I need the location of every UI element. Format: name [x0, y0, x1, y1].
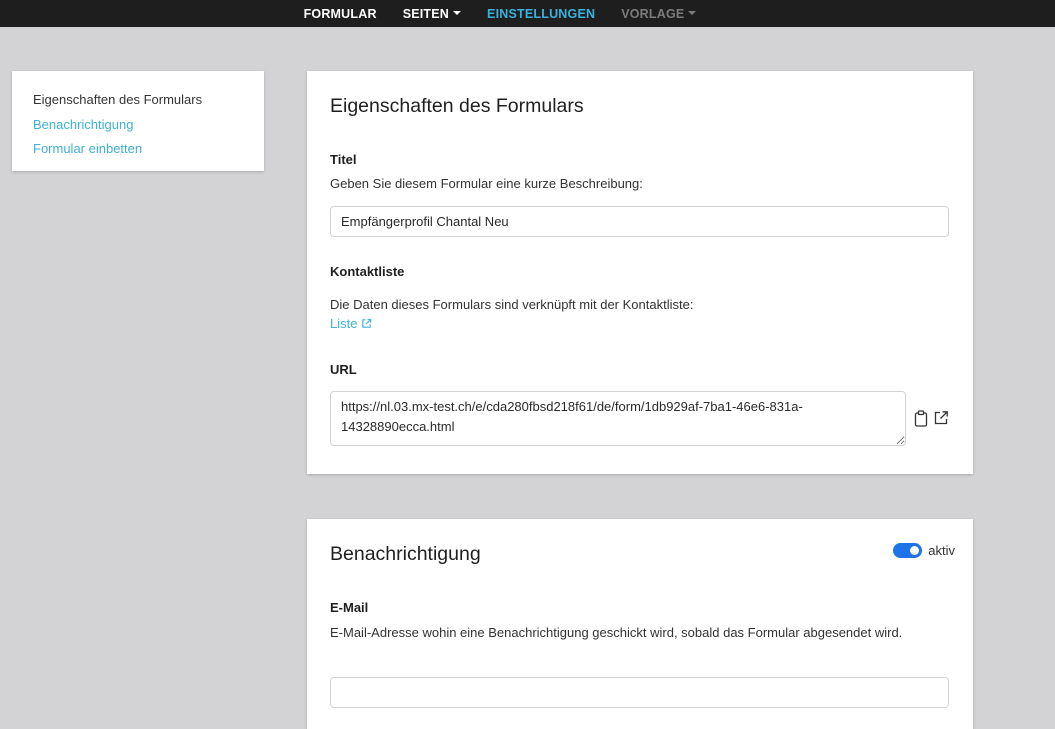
url-label: URL	[330, 362, 357, 377]
titel-help-text: Geben Sie diesem Formular eine kurze Bes…	[330, 176, 643, 191]
nav-item-label: VORLAGE	[621, 6, 685, 21]
properties-card: Eigenschaften des Formulars Titel Geben …	[307, 71, 973, 474]
kontaktliste-label: Kontaktliste	[330, 264, 405, 279]
card-title: Benachrichtigung	[330, 543, 481, 565]
toggle-label: aktiv	[928, 543, 955, 558]
email-help-text: E-Mail-Adresse wohin eine Benachrichtigu…	[330, 625, 903, 640]
card-title: Eigenschaften des Formulars	[330, 95, 584, 117]
titel-label: Titel	[330, 152, 357, 167]
email-label: E-Mail	[330, 600, 369, 615]
nav-item-seiten[interactable]: SEITEN	[402, 6, 462, 21]
kontaktliste-link[interactable]: Liste	[330, 316, 372, 331]
url-textarea[interactable]: https://nl.03.mx-test.ch/e/cda280fbsd218…	[330, 391, 906, 446]
notification-toggle[interactable]	[893, 543, 923, 558]
nav-item-vorlage[interactable]: VORLAGE	[621, 6, 697, 21]
caret-down-icon	[453, 10, 462, 15]
sidebar-item-benachrichtigung[interactable]: Benachrichtigung	[33, 113, 243, 138]
nav-item-label: EINSTELLUNGEN	[487, 6, 596, 21]
open-external-icon[interactable]	[932, 409, 950, 427]
sidebar-item-eigenschaften[interactable]: Eigenschaften des Formulars	[33, 88, 243, 113]
settings-sidebar: Eigenschaften des Formulars Benachrichti…	[12, 71, 264, 171]
caret-down-icon	[688, 10, 697, 15]
external-link-icon	[362, 318, 372, 328]
email-input[interactable]	[330, 677, 949, 708]
nav-item-formular[interactable]: FORMULAR	[304, 7, 377, 21]
copy-clipboard-icon[interactable]	[912, 409, 930, 427]
link-label: Liste	[330, 316, 358, 331]
kontaktliste-help-text: Die Daten dieses Formulars sind verknüpf…	[330, 297, 694, 312]
notification-card: Benachrichtigung aktiv E-Mail E-Mail-Adr…	[307, 519, 973, 729]
titel-input[interactable]	[330, 206, 949, 237]
notification-toggle-group: aktiv	[893, 543, 955, 558]
nav-item-label: SEITEN	[402, 6, 450, 21]
sidebar-item-formular-einbetten[interactable]: Formular einbetten	[33, 137, 243, 162]
nav-item-label: FORMULAR	[303, 6, 377, 21]
nav-item-einstellungen[interactable]: EINSTELLUNGEN	[487, 7, 595, 21]
toggle-knob	[910, 546, 920, 555]
top-navigation: FORMULAR SEITEN EINSTELLUNGEN VORLAGE	[0, 0, 1055, 27]
